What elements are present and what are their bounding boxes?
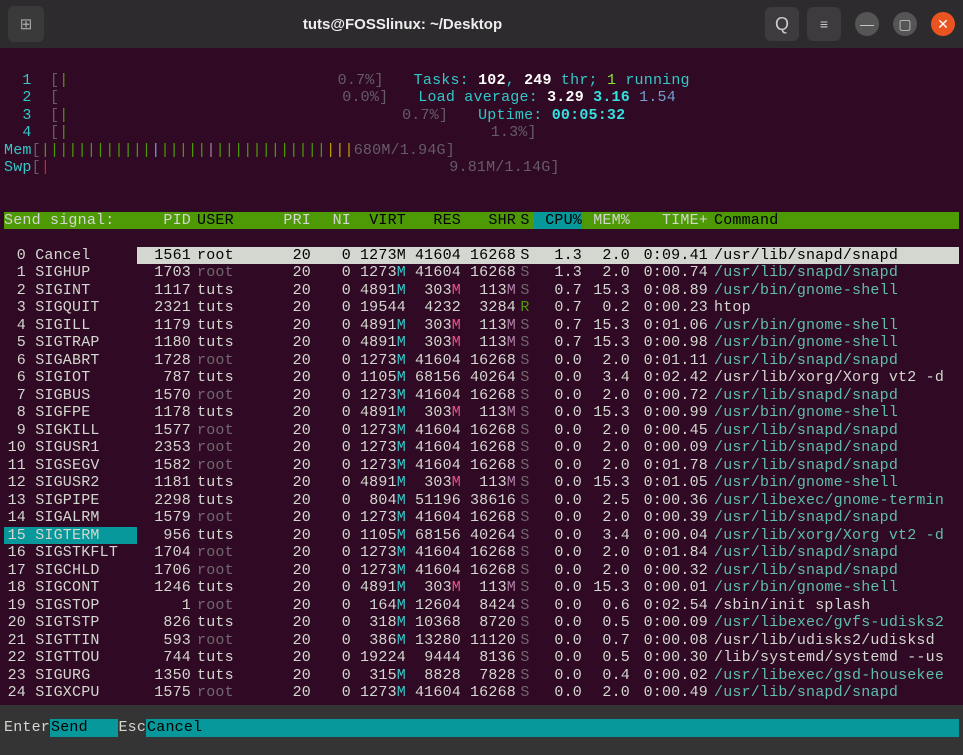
maximize-button[interactable]: ▢ — [893, 12, 917, 36]
signal-item[interactable]: 14 SIGALRM — [4, 509, 137, 527]
process-row[interactable]: 11 SIGSEGV1582root2001273M4160416268S0.0… — [4, 457, 959, 475]
signal-item[interactable]: 22 SIGTTOU — [4, 649, 137, 667]
process-row[interactable]: 23 SIGURG1350tuts200315M88287828S0.00.40… — [4, 667, 959, 685]
signal-item[interactable]: 9 SIGKILL — [4, 422, 137, 440]
signal-item[interactable]: 8 SIGFPE — [4, 404, 137, 422]
header-row: Send signal: PID USER PRI NI VIRT RES SH… — [4, 212, 959, 230]
col-pid[interactable]: PID — [137, 212, 191, 230]
signal-item[interactable]: 3 SIGQUIT — [4, 299, 137, 317]
signal-item[interactable]: 13 SIGPIPE — [4, 492, 137, 510]
process-row[interactable]: 7 SIGBUS1570root2001273M4160416268S0.02.… — [4, 387, 959, 405]
key-esc: Esc — [118, 719, 146, 737]
search-button[interactable]: Q — [765, 7, 799, 41]
terminal[interactable]: 1 [|0.7%]Tasks: 102, 249 thr; 1 running … — [0, 48, 963, 705]
col-virt[interactable]: VIRT — [351, 212, 406, 230]
process-row[interactable]: 14 SIGALRM1579root2001273M4160416268S0.0… — [4, 509, 959, 527]
footer-bar: EnterSend EscCancel — [4, 719, 959, 737]
process-row[interactable]: 13 SIGPIPE2298tuts200804M5119638616S0.02… — [4, 492, 959, 510]
process-row[interactable]: 15 SIGTERM956tuts2001105M6815640264S0.03… — [4, 527, 959, 545]
minimize-button[interactable]: — — [855, 12, 879, 36]
process-row[interactable]: 12 SIGUSR21181tuts2004891M303M113MS0.015… — [4, 474, 959, 492]
signal-item[interactable]: 15 SIGTERM — [4, 527, 137, 545]
process-row[interactable]: 3 SIGQUIT2321tuts2001954442323284R0.70.2… — [4, 299, 959, 317]
signal-item[interactable]: 0 Cancel — [4, 247, 137, 265]
signal-item[interactable]: 17 SIGCHLD — [4, 562, 137, 580]
signal-item[interactable]: 6 SIGABRT — [4, 352, 137, 370]
menu-button[interactable]: ≡ — [807, 7, 841, 41]
signal-item[interactable]: 18 SIGCONT — [4, 579, 137, 597]
process-row[interactable]: 2 SIGINT1117tuts2004891M303M113MS0.715.3… — [4, 282, 959, 300]
col-res[interactable]: RES — [406, 212, 461, 230]
signal-item[interactable]: 11 SIGSEGV — [4, 457, 137, 475]
process-row[interactable]: 19 SIGSTOP1root200164M126048424S0.00.60:… — [4, 597, 959, 615]
signal-item[interactable]: 4 SIGILL — [4, 317, 137, 335]
process-row[interactable]: 21 SIGTTIN593root200386M1328011120S0.00.… — [4, 632, 959, 650]
signal-item[interactable]: 10 SIGUSR1 — [4, 439, 137, 457]
col-s[interactable]: S — [516, 212, 534, 230]
signal-item[interactable]: 2 SIGINT — [4, 282, 137, 300]
new-tab-button[interactable]: ⊞ — [8, 6, 44, 42]
col-cpu[interactable]: CPU% — [534, 212, 582, 230]
col-user[interactable]: USER — [191, 212, 271, 230]
action-send[interactable]: Send — [50, 719, 89, 737]
signal-item[interactable]: 1 SIGHUP — [4, 264, 137, 282]
signal-item[interactable]: 20 SIGTSTP — [4, 614, 137, 632]
key-enter: Enter — [4, 719, 50, 737]
window-titlebar: ⊞ tuts@FOSSlinux: ~/Desktop Q ≡ — ▢ ✕ — [0, 0, 963, 48]
process-row[interactable]: 0 Cancel1561root2001273M4160416268S1.32.… — [4, 247, 959, 265]
process-row[interactable]: 20 SIGTSTP826tuts200318M103688720S0.00.5… — [4, 614, 959, 632]
process-row[interactable]: 5 SIGTRAP1180tuts2004891M303M113MS0.715.… — [4, 334, 959, 352]
process-row[interactable]: 22 SIGTTOU744tuts2001922494448136S0.00.5… — [4, 649, 959, 667]
signal-item[interactable]: 5 SIGTRAP — [4, 334, 137, 352]
signal-prompt: Send signal: — [4, 212, 137, 230]
signal-item[interactable]: 6 SIGIOT — [4, 369, 137, 387]
col-command[interactable]: Command — [708, 212, 959, 230]
process-row[interactable]: 24 SIGXCPU1575root2001273M4160416268S0.0… — [4, 684, 959, 702]
process-row[interactable]: 18 SIGCONT1246tuts2004891M303M113MS0.015… — [4, 579, 959, 597]
process-row[interactable]: 17 SIGCHLD1706root2001273M4160416268S0.0… — [4, 562, 959, 580]
process-row[interactable]: 6 SIGABRT1728root2001273M4160416268S0.02… — [4, 352, 959, 370]
signal-item[interactable]: 23 SIGURG — [4, 667, 137, 685]
signal-item[interactable]: 24 SIGXCPU — [4, 684, 137, 702]
col-ni[interactable]: NI — [311, 212, 351, 230]
process-row[interactable]: 8 SIGFPE1178tuts2004891M303M113MS0.015.3… — [4, 404, 959, 422]
col-mem[interactable]: MEM% — [582, 212, 630, 230]
signal-item[interactable]: 7 SIGBUS — [4, 387, 137, 405]
process-row[interactable]: 1 SIGHUP1703root2001273M4160416268S1.32.… — [4, 264, 959, 282]
signal-item[interactable]: 12 SIGUSR2 — [4, 474, 137, 492]
col-pri[interactable]: PRI — [271, 212, 311, 230]
col-time[interactable]: TIME+ — [630, 212, 708, 230]
process-row[interactable]: 16 SIGSTKFLT1704root2001273M4160416268S0… — [4, 544, 959, 562]
signal-item[interactable]: 16 SIGSTKFLT — [4, 544, 137, 562]
action-cancel[interactable]: Cancel — [146, 719, 203, 737]
signal-item[interactable]: 21 SIGTTIN — [4, 632, 137, 650]
process-row[interactable]: 10 SIGUSR12353root2001273M4160416268S0.0… — [4, 439, 959, 457]
process-row[interactable]: 4 SIGILL1179tuts2004891M303M113MS0.715.3… — [4, 317, 959, 335]
process-list[interactable]: 0 Cancel1561root2001273M4160416268S1.32.… — [4, 247, 959, 702]
close-button[interactable]: ✕ — [931, 12, 955, 36]
window-title: tuts@FOSSlinux: ~/Desktop — [48, 16, 757, 33]
signal-item[interactable]: 19 SIGSTOP — [4, 597, 137, 615]
process-row[interactable]: 9 SIGKILL1577root2001273M4160416268S0.02… — [4, 422, 959, 440]
col-shr[interactable]: SHR — [461, 212, 516, 230]
process-row[interactable]: 6 SIGIOT787tuts2001105M6815640264S0.03.4… — [4, 369, 959, 387]
